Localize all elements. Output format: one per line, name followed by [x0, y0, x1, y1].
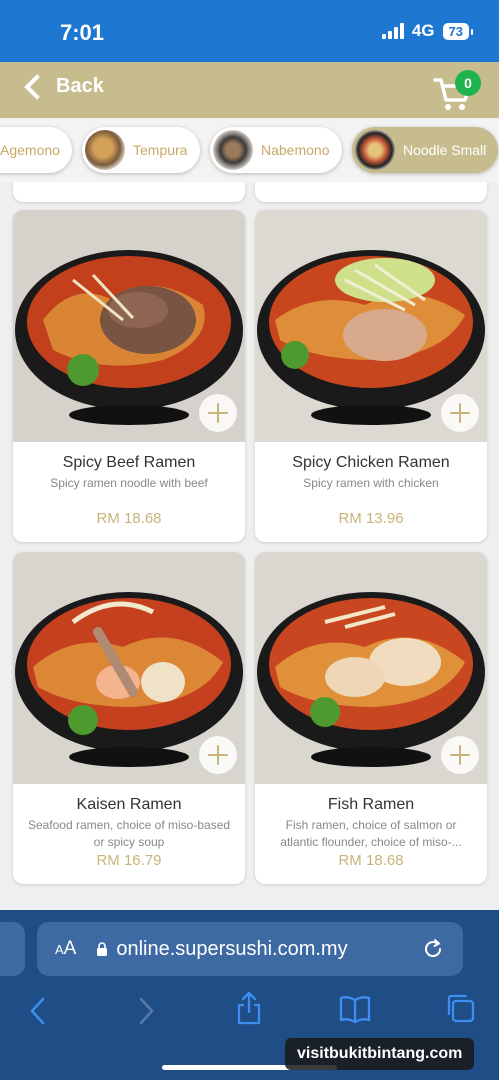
address-bar[interactable]: AA online.supersushi.com.my	[37, 922, 463, 976]
signal-icon	[381, 23, 404, 39]
back-arrow-icon[interactable]	[28, 996, 48, 1026]
cart-count-badge: 0	[455, 70, 481, 96]
status-bar: 7:01 4G 73	[0, 0, 499, 62]
product-price: RM 18.68	[96, 510, 162, 527]
battery-icon: 73	[442, 22, 474, 40]
product-name: Fish Ramen	[327, 796, 415, 813]
plus-icon	[450, 403, 470, 423]
status-time: 7:01	[60, 20, 105, 45]
network-type: 4G	[411, 21, 435, 40]
add-to-cart-button[interactable]	[199, 736, 237, 774]
lock-icon	[97, 941, 108, 956]
category-label: Tempura	[133, 142, 188, 158]
browser-nav	[0, 990, 499, 1040]
category-thumbnail	[85, 130, 125, 170]
category-strip: Agemono Tempura Nabemono Noodle Small	[0, 118, 499, 182]
add-to-cart-button[interactable]	[199, 394, 237, 432]
category-agemono[interactable]: Agemono	[0, 127, 72, 173]
product-card[interactable]: Spicy Chicken Ramen Spicy ramen with chi…	[255, 210, 487, 542]
category-tempura[interactable]: Tempura	[82, 127, 200, 173]
url-text: online.supersushi.com.my	[116, 937, 348, 960]
plus-icon	[208, 403, 228, 423]
tabs-icon[interactable]	[444, 992, 476, 1024]
product-card-partial	[255, 182, 487, 202]
product-name: Spicy Beef Ramen	[62, 454, 196, 471]
category-label: Nabemono	[261, 142, 330, 158]
product-card-partial	[13, 182, 245, 202]
product-name: Kaisen Ramen	[76, 796, 182, 813]
plus-icon	[208, 745, 228, 765]
product-name: Spicy Chicken Ramen	[292, 454, 450, 471]
share-icon[interactable]	[235, 990, 263, 1026]
product-description: Spicy ramen with chicken	[303, 476, 439, 490]
add-to-cart-button[interactable]	[441, 394, 479, 432]
plus-icon	[450, 745, 470, 765]
product-card[interactable]: Fish Ramen Fish ramen, choice of salmon …	[255, 552, 487, 884]
product-card[interactable]: Kaisen Ramen Seafood ramen, choice of mi…	[13, 552, 245, 884]
category-thumbnail	[355, 130, 395, 170]
product-price: RM 13.96	[338, 510, 404, 527]
app-header: Back 0	[0, 62, 499, 118]
product-grid: Spicy Beef Ramen Spicy ramen noodle with…	[0, 182, 499, 910]
category-thumbnail	[213, 130, 253, 170]
product-description: Spicy ramen noodle with beef	[50, 476, 208, 490]
product-price: RM 16.79	[96, 852, 162, 869]
category-label: Noodle Small	[403, 142, 487, 158]
forward-arrow-icon[interactable]	[136, 996, 156, 1026]
reload-icon[interactable]	[421, 937, 445, 961]
product-description: Fish ramen, choice of salmon or atlantic…	[280, 818, 462, 849]
product-description: Seafood ramen, choice of miso-based or s…	[27, 818, 231, 849]
reader-options-button[interactable]: AA	[55, 938, 76, 960]
add-to-cart-button[interactable]	[441, 736, 479, 774]
back-label: Back	[56, 75, 104, 97]
back-button[interactable]: Back	[22, 73, 104, 100]
bookmarks-icon[interactable]	[338, 994, 372, 1024]
category-noodle-small[interactable]: Noodle Small	[352, 127, 498, 173]
category-nabemono[interactable]: Nabemono	[210, 127, 342, 173]
back-chevron-icon	[24, 73, 50, 100]
product-card[interactable]: Spicy Beef Ramen Spicy ramen noodle with…	[13, 210, 245, 542]
product-price: RM 18.68	[338, 852, 404, 869]
category-label: Agemono	[0, 142, 60, 158]
cart-button[interactable]: 0	[433, 70, 481, 112]
previous-tab-preview[interactable]	[0, 922, 25, 976]
status-indicators: 4G 73	[381, 21, 474, 41]
watermark: visitbukitbintang.com	[285, 1038, 475, 1070]
